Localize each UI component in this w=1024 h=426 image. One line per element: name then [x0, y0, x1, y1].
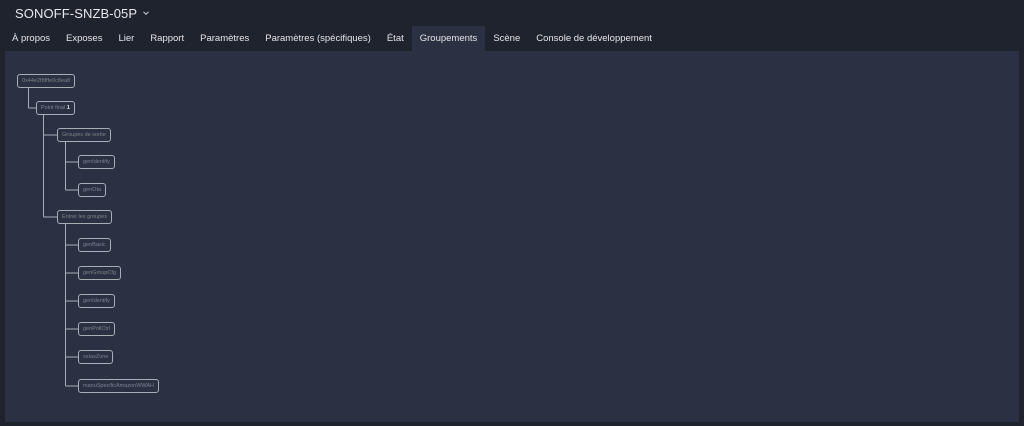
- tab-about[interactable]: À propos: [0, 26, 58, 51]
- device-tabs: À propos Exposes Lier Rapport Paramètres…: [0, 26, 1024, 51]
- tab-settings-specific[interactable]: Paramètres (spécifiques): [257, 26, 379, 51]
- device-title[interactable]: SONOFF-SNZB-05P: [15, 6, 137, 21]
- endpoint-label: Point final: [41, 105, 66, 111]
- tree-node-cluster[interactable]: genIdentify: [78, 155, 115, 169]
- tree-node-input-group[interactable]: Entrer les groupes: [57, 210, 112, 224]
- tree-node-endpoint[interactable]: Point final 1: [36, 101, 75, 115]
- tree-node-cluster[interactable]: manuSpecificAmazonWWAH: [78, 379, 160, 393]
- cluster-tree-panel: 0x44e2f8fffe0c8ea8 Point final 1 Groupes…: [5, 51, 1019, 422]
- tree-node-cluster[interactable]: genOta: [78, 183, 107, 197]
- tree-node-cluster[interactable]: genIdentify: [78, 294, 115, 308]
- tree-node-cluster[interactable]: genGroupCfg: [78, 266, 122, 280]
- tree-node-cluster[interactable]: genPollCtrl: [78, 322, 115, 336]
- tree-node-cluster[interactable]: genBasic: [78, 238, 111, 252]
- endpoint-number: 1: [66, 105, 70, 111]
- chevron-down-icon[interactable]: [142, 9, 150, 17]
- tree-node-output-group[interactable]: Groupes de sortie: [57, 128, 111, 142]
- tab-scene[interactable]: Scène: [485, 26, 528, 51]
- tab-bind[interactable]: Lier: [110, 26, 142, 51]
- tab-clusters[interactable]: Groupements: [411, 26, 486, 51]
- tab-settings[interactable]: Paramètres: [192, 26, 257, 51]
- tab-reporting[interactable]: Rapport: [142, 26, 192, 51]
- tab-exposes[interactable]: Exposes: [58, 26, 110, 51]
- tree-connector-lines: [28, 88, 78, 387]
- tab-state[interactable]: État: [379, 26, 412, 51]
- device-header: SONOFF-SNZB-05P: [0, 0, 1024, 26]
- tree-node-device[interactable]: 0x44e2f8fffe0c8ea8: [17, 74, 76, 88]
- tab-dev-console[interactable]: Console de développement: [528, 26, 660, 51]
- tree-node-cluster[interactable]: ssIasZone: [78, 350, 114, 364]
